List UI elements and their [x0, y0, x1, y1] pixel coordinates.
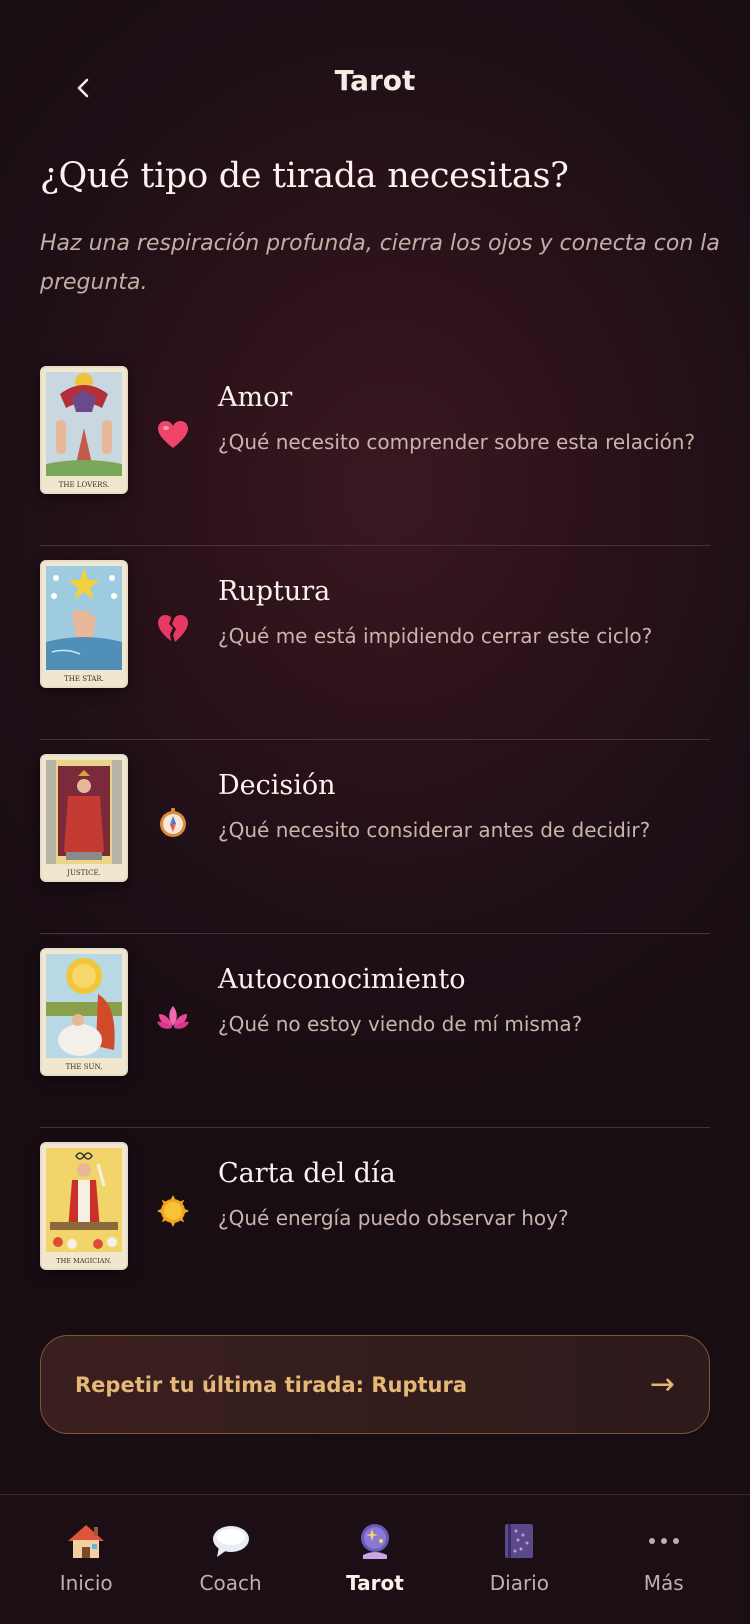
lotus-icon — [156, 1000, 190, 1034]
nav-label: Inicio — [59, 1571, 113, 1595]
nav-item-inicio[interactable]: Inicio — [21, 1495, 151, 1624]
spread-item-decision[interactable]: JUSTICE. Decisión ¿Qué necesito consider… — [40, 740, 710, 934]
spread-item-ruptura[interactable]: THE STAR. Ruptura ¿Qué me está impidiend… — [40, 546, 710, 740]
nav-item-tarot[interactable]: Tarot — [310, 1495, 440, 1624]
spread-title: Ruptura — [218, 576, 331, 607]
spread-title: Carta del día — [218, 1158, 396, 1189]
broken-heart-icon — [156, 612, 190, 646]
spread-question: ¿Qué energía puedo observar hoy? — [218, 1206, 569, 1230]
speech-bubble-icon — [209, 1519, 253, 1563]
card-caption: THE MAGICIAN. — [56, 1257, 112, 1265]
heart-icon — [156, 418, 190, 452]
card-caption: THE SUN. — [66, 1063, 103, 1071]
notebook-icon — [497, 1519, 541, 1563]
section-subheading: Haz una respiración profunda, cierra los… — [40, 231, 720, 295]
spread-question: ¿Qué me está impidiendo cerrar este cicl… — [218, 624, 653, 648]
card-caption: JUSTICE. — [66, 869, 101, 877]
spread-question: ¿Qué necesito comprender sobre esta rela… — [218, 430, 696, 454]
bottom-nav: Inicio Coach Tarot Diario Más — [0, 1494, 750, 1624]
more-icon — [642, 1519, 686, 1563]
nav-item-diario[interactable]: Diario — [454, 1495, 584, 1624]
nav-label: Coach — [199, 1571, 262, 1595]
top-bar: Tarot — [0, 0, 750, 170]
tarot-card-justice: JUSTICE. — [40, 754, 128, 882]
arrow-right-icon: → — [649, 1367, 675, 1402]
section-heading: ¿Qué tipo de tirada necesitas? — [40, 156, 569, 196]
compass-icon — [156, 806, 190, 840]
card-caption: THE LOVERS. — [59, 481, 110, 489]
spread-item-autoconocimiento[interactable]: THE SUN. Autoconocimiento ¿Qué no estoy … — [40, 934, 710, 1128]
spread-list: THE LOVERS. Amor ¿Qué necesito comprende… — [40, 352, 710, 1322]
house-icon — [64, 1519, 108, 1563]
nav-label: Tarot — [346, 1571, 404, 1595]
spread-question: ¿Qué necesito considerar antes de decidi… — [218, 818, 651, 842]
repeat-label: Repetir tu última tirada: Ruptura — [75, 1372, 467, 1397]
tarot-card-lovers: THE LOVERS. — [40, 366, 128, 494]
nav-item-coach[interactable]: Coach — [166, 1495, 296, 1624]
repeat-last-spread-button[interactable]: Repetir tu última tirada: Ruptura → — [40, 1335, 710, 1434]
spread-item-amor[interactable]: THE LOVERS. Amor ¿Qué necesito comprende… — [40, 352, 710, 546]
spread-title: Autoconocimiento — [218, 964, 466, 995]
crystal-ball-icon — [353, 1519, 397, 1563]
spread-question: ¿Qué no estoy viendo de mí misma? — [218, 1012, 583, 1036]
tarot-card-magician: THE MAGICIAN. — [40, 1142, 128, 1270]
tarot-card-star: THE STAR. — [40, 560, 128, 688]
nav-label: Diario — [489, 1571, 549, 1595]
nav-item-mas[interactable]: Más — [599, 1495, 729, 1624]
spread-item-carta-del-dia[interactable]: THE MAGICIAN. Carta del día ¿Qué energía… — [40, 1128, 710, 1322]
tarot-card-sun: THE SUN. — [40, 948, 128, 1076]
spread-title: Decisión — [218, 770, 336, 801]
page-title: Tarot — [334, 64, 416, 97]
spread-title: Amor — [218, 382, 293, 413]
card-caption: THE STAR. — [64, 675, 104, 683]
nav-label: Más — [643, 1571, 684, 1595]
sun-icon — [156, 1194, 190, 1228]
